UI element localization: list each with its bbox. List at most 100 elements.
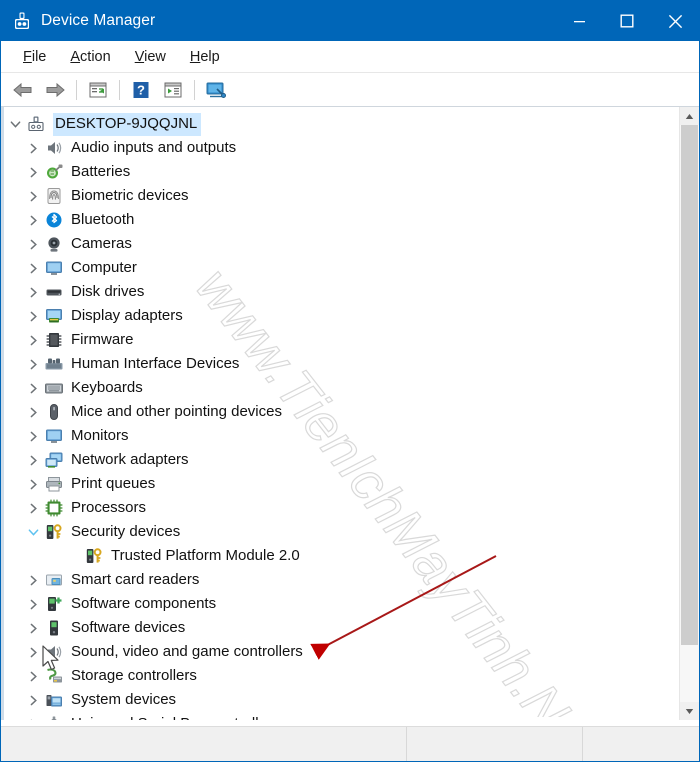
chevron-right-icon[interactable] [28,287,39,298]
tree-row-label: Print queues [71,475,156,492]
tree-twisty[interactable] [22,256,44,280]
menu-item-help[interactable]: Help [178,46,232,68]
chevron-right-icon[interactable] [28,455,39,466]
tree-twisty[interactable] [22,520,44,544]
chevron-right-icon[interactable] [28,383,39,394]
tree-twisty[interactable] [22,640,44,664]
tree-twisty[interactable] [22,328,44,352]
scroll-up-button[interactable] [680,107,699,125]
chevron-right-icon[interactable] [28,647,39,658]
tree-twisty[interactable] [22,160,44,184]
chevron-down-icon[interactable] [10,119,21,130]
chevron-right-icon[interactable] [28,695,39,706]
help-button[interactable]: ? [126,76,156,103]
chevron-right-icon[interactable] [28,407,39,418]
tree-row-cameras[interactable]: Cameras [4,232,679,256]
tree-twisty[interactable] [4,112,26,136]
scan-hardware-changes-button[interactable] [201,76,231,103]
tree-twisty[interactable] [22,568,44,592]
tree-row-display-adapters[interactable]: Display adapters [4,304,679,328]
tree-row-print-queues[interactable]: Print queues [4,472,679,496]
tree-twisty[interactable] [22,616,44,640]
forward-button[interactable] [40,76,70,103]
chevron-right-icon[interactable] [28,599,39,610]
tree-row-smart-card-readers[interactable]: Smart card readers [4,568,679,592]
tree-row-root[interactable]: DESKTOP-9JQQJNL [4,112,679,136]
tree-twisty[interactable] [22,232,44,256]
chevron-right-icon[interactable] [28,215,39,226]
chevron-down-icon[interactable] [28,527,39,538]
tree-row-keyboards[interactable]: Keyboards [4,376,679,400]
chevron-right-icon[interactable] [28,503,39,514]
tree-twisty[interactable] [22,136,44,160]
tree-twisty[interactable] [22,400,44,424]
chevron-right-icon[interactable] [28,575,39,586]
tree-row-audio-inputs-and-outputs[interactable]: Audio inputs and outputs [4,136,679,160]
tree-row-system-devices[interactable]: System devices [4,688,679,712]
scroll-down-button[interactable] [680,702,699,720]
tree-row-human-interface-devices[interactable]: Human Interface Devices [4,352,679,376]
device-tree-pane[interactable]: DESKTOP-9JQQJNL Audio inputs and outputs B… [1,107,679,720]
monitor-icon [44,258,64,278]
tree-row-software-devices[interactable]: Software devices [4,616,679,640]
chevron-right-icon[interactable] [28,143,39,154]
minimize-button[interactable] [555,1,603,41]
tree-twisty[interactable] [22,280,44,304]
tree-row-processors[interactable]: Processors [4,496,679,520]
tree-row-bluetooth[interactable]: Bluetooth [4,208,679,232]
tree-row-label: Human Interface Devices [71,355,240,372]
tree-row-security-devices[interactable]: Security devices [4,520,679,544]
scroll-track[interactable] [680,125,699,702]
close-button[interactable] [651,1,699,41]
tree-row-trusted-platform-module-2-0[interactable]: Trusted Platform Module 2.0 [4,544,679,568]
tree-twisty[interactable] [22,448,44,472]
vertical-scrollbar[interactable] [679,107,699,720]
tree-row-computer[interactable]: Computer [4,256,679,280]
maximize-button[interactable] [603,1,651,41]
tree-twisty[interactable] [22,712,44,720]
tree-row-batteries[interactable]: Batteries [4,160,679,184]
chevron-right-icon[interactable] [28,359,39,370]
tree-row-monitors[interactable]: Monitors [4,424,679,448]
tree-row-sound-video-and-game-controllers[interactable]: Sound, video and game controllers [4,640,679,664]
tree-twisty[interactable] [22,472,44,496]
tree-row-firmware[interactable]: Firmware [4,328,679,352]
chevron-right-icon[interactable] [28,191,39,202]
chevron-right-icon[interactable] [28,167,39,178]
tree-row-biometric-devices[interactable]: Biometric devices [4,184,679,208]
chevron-right-icon[interactable] [28,263,39,274]
camera-icon [48,237,60,252]
tree-twisty[interactable] [22,688,44,712]
tree-twisty[interactable] [22,376,44,400]
tree-twisty[interactable] [22,496,44,520]
properties-button[interactable] [83,76,113,103]
tree-twisty[interactable] [22,592,44,616]
tree-row-label: Software devices [71,619,186,636]
tree-row-universal-serial-bus-controllers[interactable]: Universal Serial Bus controllers [4,712,679,720]
tree-row-network-adapters[interactable]: Network adapters [4,448,679,472]
menu-item-action[interactable]: Action [58,46,122,68]
chevron-right-icon[interactable] [28,719,39,721]
menu-item-file[interactable]: File [11,46,58,68]
tree-twisty[interactable] [22,664,44,688]
back-button[interactable] [8,76,38,103]
tree-twisty[interactable] [22,184,44,208]
scroll-thumb[interactable] [681,125,698,645]
tree-twisty[interactable] [22,304,44,328]
tree-row-storage-controllers[interactable]: Storage controllers [4,664,679,688]
tree-twisty[interactable] [22,424,44,448]
tree-row-disk-drives[interactable]: Disk drives [4,280,679,304]
chevron-right-icon[interactable] [28,671,39,682]
tree-twisty[interactable] [22,352,44,376]
chevron-right-icon[interactable] [28,311,39,322]
menu-item-view[interactable]: View [123,46,178,68]
chevron-right-icon[interactable] [28,623,39,634]
tree-twisty[interactable] [22,208,44,232]
update-driver-button[interactable] [158,76,188,103]
chevron-right-icon[interactable] [28,431,39,442]
chevron-right-icon[interactable] [28,335,39,346]
tree-row-mice-and-other-pointing-devices[interactable]: Mice and other pointing devices [4,400,679,424]
chevron-right-icon[interactable] [28,479,39,490]
chevron-right-icon[interactable] [28,239,39,250]
tree-row-software-components[interactable]: Software components [4,592,679,616]
